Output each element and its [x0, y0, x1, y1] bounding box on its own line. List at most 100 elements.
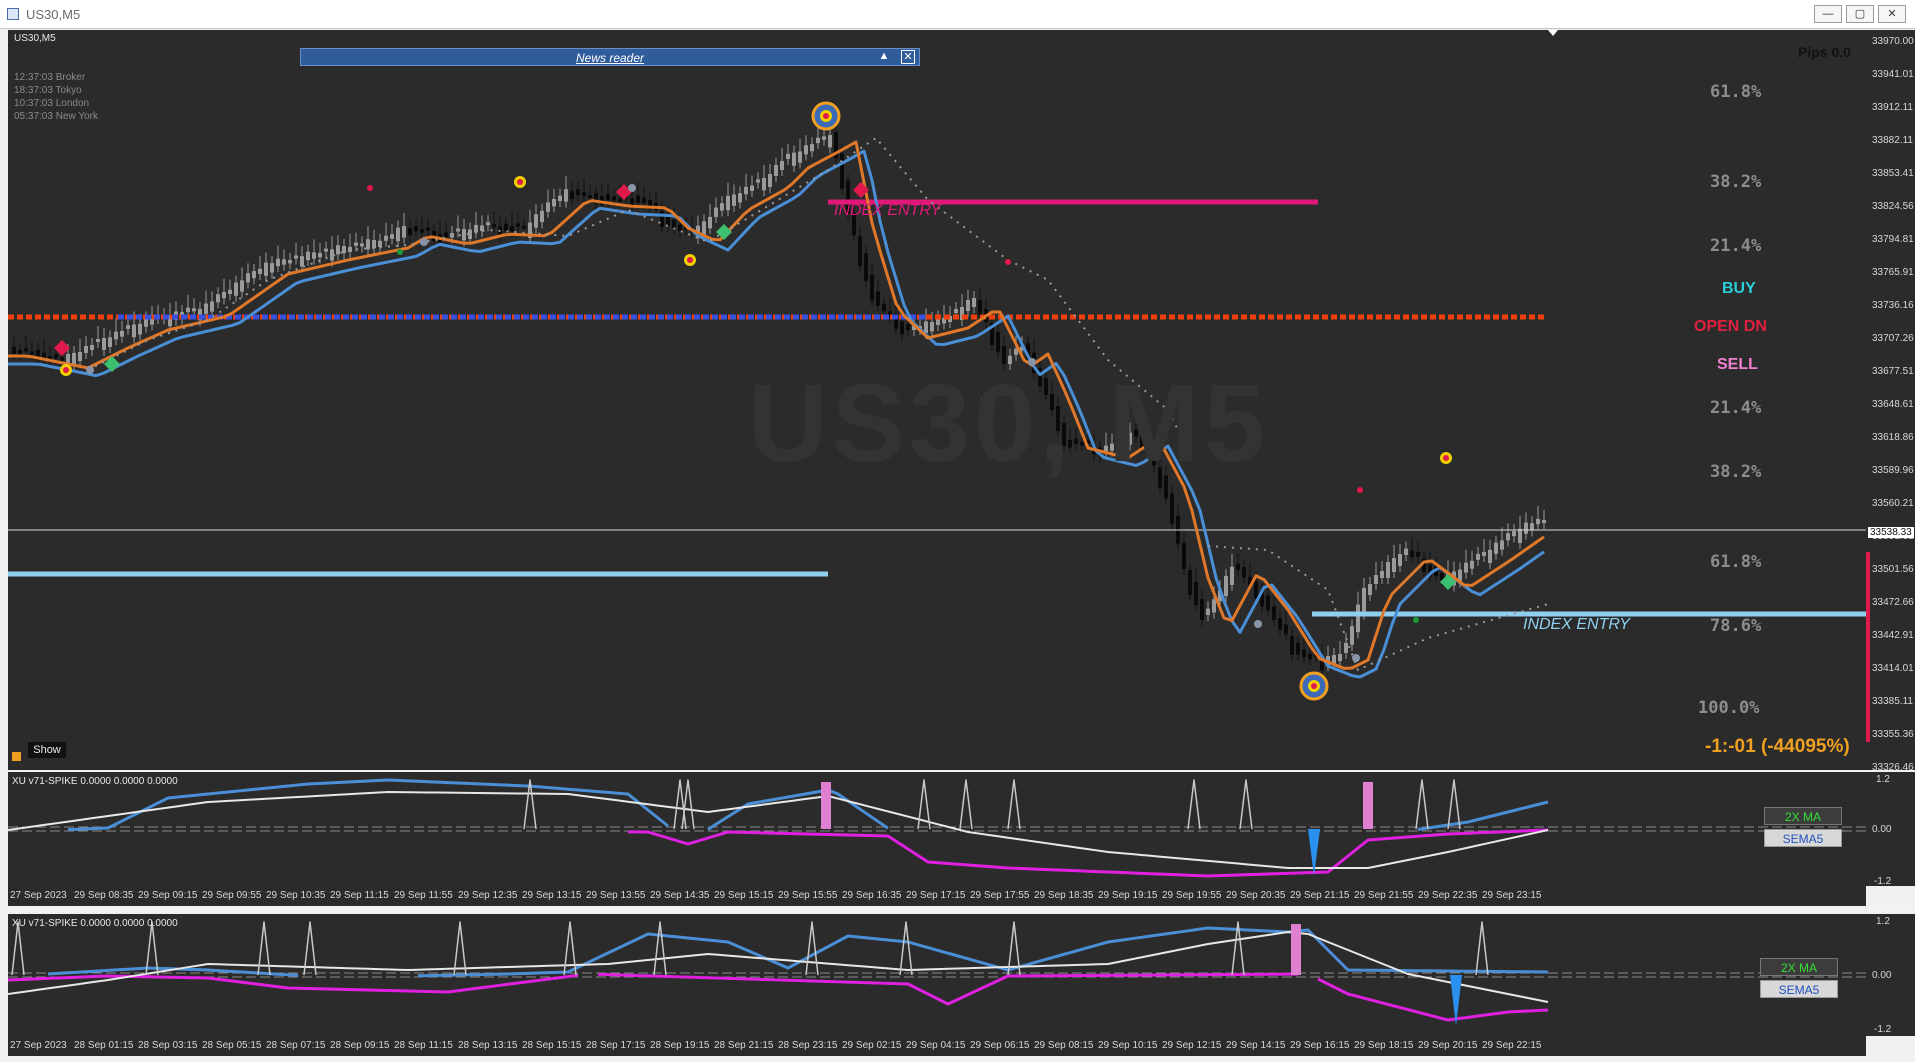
spike-marker: [681, 779, 695, 830]
time-axis-label: 29 Sep 12:15: [1162, 1040, 1222, 1051]
ma-toggle-button-1[interactable]: 2X MA: [1764, 807, 1842, 825]
axis-max-2: 1.2: [1876, 916, 1890, 927]
show-toggle-icon[interactable]: [12, 752, 21, 761]
candle-body: [618, 198, 622, 202]
candle-body: [1188, 570, 1192, 595]
candle-body: [792, 152, 796, 166]
candle-body: [360, 243, 364, 247]
time-axis-1[interactable]: 27 Sep 2023 29 Sep 08:35 29 Sep 09:15 29 Se…: [8, 886, 1866, 906]
candle-body: [1536, 518, 1540, 525]
show-button[interactable]: Show: [28, 742, 66, 758]
time-axis-2[interactable]: 27 Sep 2023 28 Sep 01:15 28 Sep 03:15 28 Se…: [8, 1036, 1866, 1056]
spike-marker: [899, 921, 913, 976]
candle-body: [288, 259, 292, 264]
candle-body: [258, 268, 262, 274]
time-axis-label: 28 Sep 11:15: [394, 1040, 453, 1051]
close-icon[interactable]: ✕: [901, 50, 915, 64]
pips-readout: Pips 0.0: [1798, 44, 1851, 60]
candle-body: [1284, 624, 1288, 635]
indicator-axis-1: 1.2 0.00 -1.2: [1866, 772, 1915, 887]
time-axis-label: 29 Sep 13:15: [522, 890, 582, 901]
candle-body: [402, 226, 406, 238]
price-axis[interactable]: 33970.00 33941.01 33912.11 33882.11 33853.41…: [1866, 30, 1915, 773]
candle-body: [582, 192, 586, 196]
time-axis-label: 29 Sep 04:15: [906, 1040, 966, 1051]
candle-body: [222, 292, 226, 299]
candle-body: [78, 352, 82, 361]
minimize-button[interactable]: —: [1814, 5, 1842, 23]
session-row: 10:37:03 London: [14, 98, 89, 109]
candle-body: [1290, 636, 1294, 655]
candle-body: [570, 191, 574, 200]
candle-body: [1500, 540, 1504, 550]
candle-body: [12, 346, 16, 354]
symbol-label: US30,M5: [14, 33, 56, 44]
news-reader-label[interactable]: News reader: [301, 51, 919, 65]
price-axis-label: 33707.26: [1872, 333, 1914, 344]
price-chart[interactable]: US30,M5 US30, M5 12:37:03 Broker 18:37:03…: [8, 30, 1866, 770]
restore-button[interactable]: ▢: [1846, 5, 1874, 23]
time-axis-label: 29 Sep 22:15: [1482, 1040, 1542, 1051]
spike-marker: [11, 921, 25, 976]
price-axis-label: 33794.81: [1872, 234, 1914, 245]
news-reader-bar[interactable]: News reader ▲ ✕: [300, 48, 920, 66]
title-bar: US30,M5 — ▢ ✕: [0, 0, 1915, 29]
pane-separator[interactable]: [8, 906, 1915, 912]
spike-marker: [453, 921, 467, 976]
candle-body: [930, 322, 934, 332]
candle-body: [1524, 522, 1528, 534]
collapse-icon[interactable]: ▲: [877, 50, 891, 64]
time-axis-label: 29 Sep 21:55: [1354, 890, 1414, 901]
candle-body: [876, 291, 880, 306]
candle-body: [1374, 575, 1378, 584]
candle-body: [54, 354, 58, 359]
candle-body: [996, 332, 1000, 352]
time-axis-label: 29 Sep 20:35: [1226, 890, 1286, 901]
candle-body: [822, 136, 826, 140]
time-axis-label: 29 Sep 09:15: [138, 890, 198, 901]
session-row: 12:37:03 Broker: [14, 72, 85, 83]
candle-body: [114, 331, 118, 340]
small-red-marker: [1005, 259, 1011, 265]
sema-toggle-button-2[interactable]: SEMA5: [1760, 980, 1838, 998]
pink-spike-bar: [1363, 782, 1373, 829]
fib-level-3: 21.4%: [1710, 236, 1762, 256]
ma-toggle-button-2[interactable]: 2X MA: [1760, 958, 1838, 976]
candle-body: [972, 298, 976, 307]
small-red-marker: [367, 185, 373, 191]
time-axis-label: 28 Sep 23:15: [778, 1040, 838, 1051]
indicator-pane-1[interactable]: XU v71-SPIKE 0.0000 0.0000 0.0000 2X MA …: [8, 772, 1866, 886]
candle-body: [204, 303, 208, 314]
time-axis-label: 28 Sep 15:15: [522, 1040, 582, 1051]
candle-body: [1236, 563, 1240, 571]
time-axis-label: 29 Sep 22:35: [1418, 890, 1478, 901]
candle-body: [804, 145, 808, 155]
time-axis-label: 28 Sep 21:15: [714, 1040, 774, 1051]
candle-body: [492, 224, 496, 228]
candle-body: [780, 161, 784, 170]
candle-body: [702, 221, 706, 235]
spike-marker: [257, 921, 271, 976]
candle-body: [390, 234, 394, 239]
sema-toggle-button-1[interactable]: SEMA5: [1764, 829, 1842, 847]
candle-body: [102, 338, 106, 350]
candle-body: [900, 321, 904, 335]
close-button[interactable]: ✕: [1878, 5, 1906, 23]
candle-body: [264, 262, 268, 276]
spike-marker: [805, 921, 819, 976]
candle-body: [1488, 549, 1492, 563]
axis-min-1: -1.2: [1874, 876, 1892, 887]
candle-body: [1230, 566, 1234, 585]
indicator-pane-2[interactable]: XU v71-SPIKE 0.0000 0.0000 0.0000 2X MA …: [8, 914, 1866, 1036]
indicator-label-2: XU v71-SPIKE 0.0000 0.0000 0.0000: [12, 918, 178, 929]
axis-max-1: 1.2: [1876, 774, 1890, 785]
candle-body: [84, 346, 88, 353]
candle-body: [762, 178, 766, 191]
session-time: 12:37:03: [14, 72, 56, 83]
candle-body: [1266, 595, 1270, 611]
candle-body: [216, 294, 220, 303]
spike-marker: [653, 921, 667, 976]
time-axis-label: 29 Sep 09:55: [202, 890, 262, 901]
candle-body: [1254, 581, 1258, 599]
candle-body: [906, 324, 910, 330]
